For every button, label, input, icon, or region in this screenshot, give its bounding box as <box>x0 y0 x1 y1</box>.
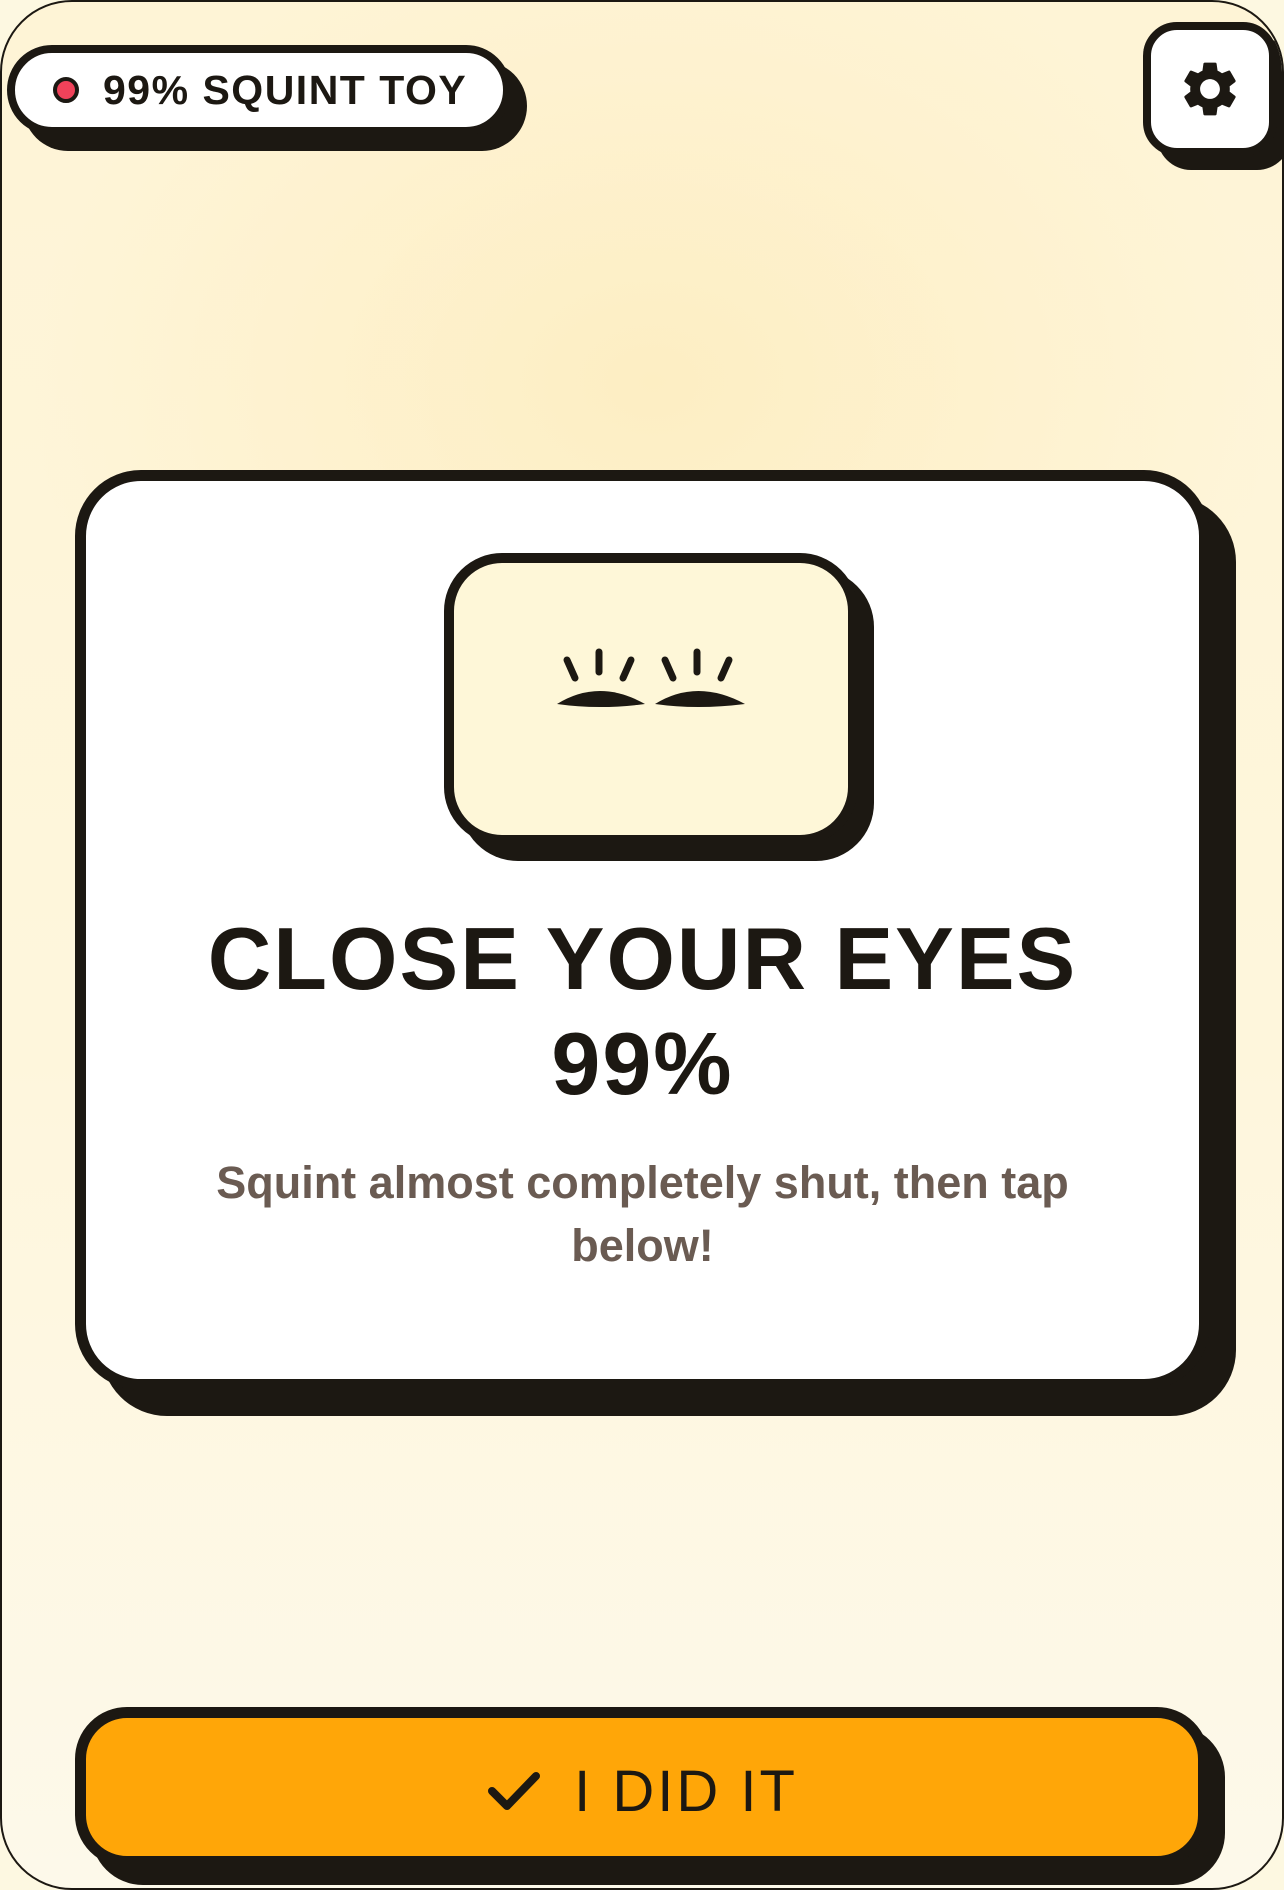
status-dot <box>53 77 79 103</box>
i-did-it-button[interactable]: I DID IT <box>75 1707 1209 1867</box>
checkmark-icon <box>486 1769 574 1813</box>
card-title: CLOSE YOUR EYES 99% <box>86 906 1199 1116</box>
instruction-card: CLOSE YOUR EYES 99% Squint almost comple… <box>75 470 1210 1390</box>
gear-icon <box>1177 56 1243 122</box>
app-screen: 99% SQUINT TOY CLOSE YOUR EYES 99% Squin… <box>0 0 1284 1890</box>
i-did-it-label: I DID IT <box>574 1758 798 1824</box>
card-subtitle: Squint almost completely shut, then tap … <box>216 1157 1069 1271</box>
settings-button[interactable] <box>1143 22 1277 156</box>
title-line-percentage: 99% <box>551 1014 734 1113</box>
status-badge: 99% SQUINT TOY <box>7 45 511 135</box>
eye-icon-box <box>444 553 858 845</box>
badge-label: 99% SQUINT TOY <box>103 66 468 113</box>
title-line-instruction: CLOSE YOUR EYES <box>207 909 1078 1008</box>
squinting-eyes-icon <box>553 648 749 716</box>
